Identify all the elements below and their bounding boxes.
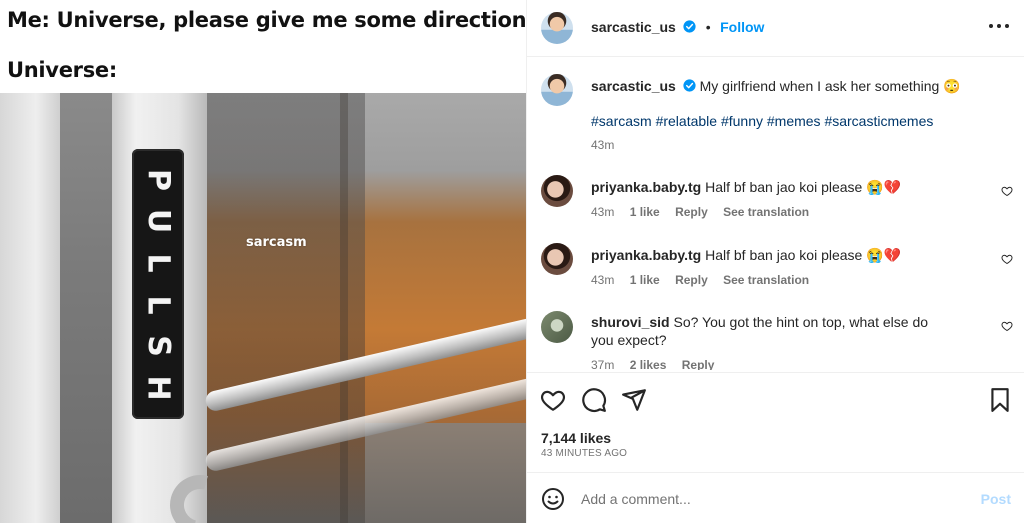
comment-like-heart-icon[interactable]: [1001, 320, 1013, 332]
caption-time: 43m: [591, 138, 615, 152]
post-comment-button[interactable]: Post: [981, 491, 1011, 507]
glass-stripe: [340, 93, 348, 523]
sign-letter: U: [141, 209, 176, 234]
sign-letter: L: [141, 253, 176, 273]
caption-text-row: sarcastic_us My girlfriend when I ask he…: [591, 77, 1001, 95]
post-media[interactable]: Me: Universe, please give me some direct…: [0, 0, 526, 523]
comment-like-heart-icon[interactable]: [1001, 253, 1013, 265]
comment-username[interactable]: priyanka.baby.tg: [591, 247, 701, 263]
author-avatar[interactable]: [541, 12, 573, 44]
comment-likes-link[interactable]: 1 like: [630, 273, 660, 287]
comment-text: Half bf ban jao koi please 😭💔: [705, 247, 902, 263]
sign-letter: P: [141, 168, 176, 191]
likes-count[interactable]: 7,144 likes: [541, 430, 611, 446]
post-panel: sarcastic_us • Follow sarcastic_us My gi…: [526, 0, 1024, 523]
more-options-icon[interactable]: [989, 16, 1009, 36]
comment-item: priyanka.baby.tg Half bf ban jao koi ple…: [591, 178, 991, 196]
comment-meta: 43m 1 like Reply See translation: [591, 273, 809, 287]
add-comment-bar: Post: [527, 472, 1024, 523]
meme-caption-line-1: Me: Universe, please give me some direct…: [7, 8, 526, 32]
comment-meta: 43m 1 like Reply See translation: [591, 205, 809, 219]
comment-time: 43m: [591, 205, 615, 219]
floor: [365, 423, 526, 523]
comments-section[interactable]: sarcastic_us My girlfriend when I ask he…: [527, 57, 1024, 370]
comment-bubble-icon[interactable]: [581, 387, 607, 413]
meme-caption-line-2: Universe:: [7, 58, 117, 82]
see-translation-link[interactable]: See translation: [723, 205, 809, 219]
comment-input[interactable]: [581, 488, 961, 510]
header-user-row: sarcastic_us • Follow: [591, 19, 764, 37]
comment-item: priyanka.baby.tg Half bf ban jao koi ple…: [591, 246, 991, 264]
post-actions: [527, 372, 1024, 422]
comment-likes-link[interactable]: 2 likes: [630, 358, 667, 370]
caption-avatar[interactable]: [541, 74, 573, 106]
pullsh-sign: PULLSH: [132, 149, 184, 419]
verified-badge-icon: [683, 79, 696, 92]
comment-username[interactable]: priyanka.baby.tg: [591, 179, 701, 195]
watermark: sarcasm: [246, 235, 307, 250]
like-heart-icon[interactable]: [540, 387, 566, 413]
comment-username[interactable]: shurovi_sid: [591, 314, 670, 330]
comment-like-heart-icon[interactable]: [1001, 185, 1013, 197]
caption-body: My girlfriend when I ask her something 😳: [699, 78, 961, 94]
comment-reply-button[interactable]: Reply: [682, 358, 715, 370]
see-translation-link[interactable]: See translation: [723, 273, 809, 287]
meme-photo: PULLSH sarcasm: [0, 93, 526, 523]
door-frame: [0, 93, 60, 523]
header-separator: •: [705, 19, 711, 35]
caption-username[interactable]: sarcastic_us: [591, 78, 676, 94]
sign-letter: L: [141, 295, 176, 315]
header-username[interactable]: sarcastic_us: [591, 19, 676, 35]
follow-button[interactable]: Follow: [720, 19, 764, 35]
post-timestamp: 43 MINUTES AGO: [541, 448, 628, 459]
comment-reply-button[interactable]: Reply: [675, 205, 708, 219]
comment-avatar[interactable]: [541, 175, 573, 207]
share-send-icon[interactable]: [621, 387, 647, 413]
verified-badge-icon: [683, 20, 696, 33]
post-header: sarcastic_us • Follow: [527, 0, 1024, 57]
comment-reply-button[interactable]: Reply: [675, 273, 708, 287]
emoji-icon[interactable]: [541, 487, 565, 511]
comment-avatar[interactable]: [541, 311, 573, 343]
comment-time: 43m: [591, 273, 615, 287]
sign-letter: S: [140, 335, 176, 358]
comment-likes-link[interactable]: 1 like: [630, 205, 660, 219]
sign-letter: H: [140, 375, 176, 401]
comment-text: Half bf ban jao koi please 😭💔: [705, 179, 902, 195]
comment-avatar[interactable]: [541, 243, 573, 275]
save-bookmark-icon[interactable]: [987, 387, 1013, 413]
caption-hashtags[interactable]: #sarcasm #relatable #funny #memes #sarca…: [591, 113, 933, 129]
comment-meta: 37m 2 likes Reply: [591, 358, 714, 370]
comment-item: shurovi_sid So? You got the hint on top,…: [591, 313, 951, 349]
comment-time: 37m: [591, 358, 615, 370]
